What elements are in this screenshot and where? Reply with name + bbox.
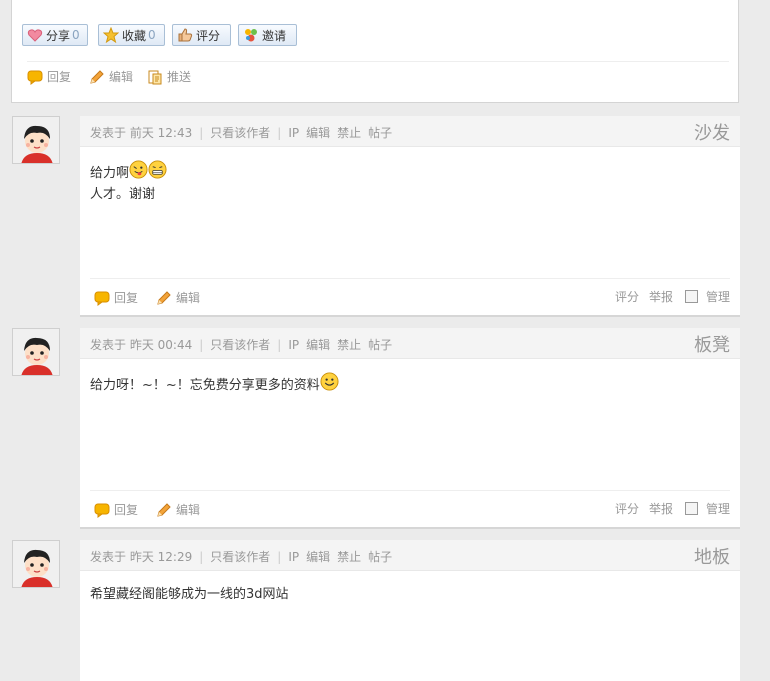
share-label: 分享 [46,28,71,43]
rate-link[interactable]: 评分 [615,288,639,305]
manage-checkbox[interactable] [684,502,698,515]
edit-meta-link[interactable]: 编辑 [306,338,330,352]
report-link[interactable]: 举报 [649,288,673,305]
rate-label: 评分 [196,28,221,43]
user-avatar-icon [13,541,60,588]
edit-link[interactable]: 编辑 [89,68,133,85]
edit-link[interactable]: 编辑 [156,501,200,518]
favorite-button[interactable]: 收藏 0 [98,24,165,46]
group-icon [245,29,257,42]
share-count: 0 [72,28,80,42]
invite-button[interactable]: 邀请 [238,24,297,46]
post-card: 发表于 前天 12:43 | 只看该作者 | IP 编辑 禁止 帖子 沙发 给力啊 人才。谢谢… [80,116,740,317]
reply-bubble-icon [94,502,110,518]
only-author-link[interactable]: 只看该作者 [210,126,270,140]
ip-link[interactable]: IP [288,338,299,352]
manage-label: 管理 [705,502,730,516]
smiley-emoji-icon [320,372,339,391]
rate-button[interactable]: 评分 [172,24,231,46]
avatar[interactable] [12,116,60,164]
ip-link[interactable]: IP [288,126,299,140]
post-time: 发表于 昨天 12:29 [90,550,193,564]
favorite-count: 0 [148,28,156,42]
reply-label: 回复 [114,291,139,305]
post-time: 发表于 前天 12:43 [90,126,193,140]
post-text-line: 人才。谢谢 [90,187,156,202]
reply-label: 回复 [47,70,72,84]
manage-label: 管理 [705,290,730,304]
report-link[interactable]: 举报 [649,500,673,517]
pencil-icon [156,502,172,518]
reply-bubble-icon [27,69,43,85]
post-meta-bar: 发表于 前天 12:43 | 只看该作者 | IP 编辑 禁止 帖子 沙发 [80,116,740,147]
avatar[interactable] [12,540,60,588]
user-avatar-icon [13,117,60,164]
avatar[interactable] [12,328,60,376]
post-card: 发表于 昨天 12:29 | 只看该作者 | IP 编辑 禁止 帖子 地板 希望藏经阁能够成为… [80,540,740,681]
post-text-line: 给力呀！~！~！忘免费分享更多的资料 [90,378,320,393]
push-document-icon [148,70,162,84]
edit-meta-link[interactable]: 编辑 [306,126,330,140]
top-action-bar: 回复 编辑 推送 [27,61,729,84]
grin-emoji-icon [148,160,167,179]
edit-meta-link[interactable]: 编辑 [306,550,330,564]
reply-link[interactable]: 回复 [94,289,138,306]
heart-icon [27,29,43,42]
edit-label: 编辑 [109,70,134,84]
thumbs-up-icon [178,28,193,42]
post-footer: 回复 编辑 评分 举报 管理 [90,490,730,527]
favorite-label: 收藏 [122,28,147,43]
share-button[interactable]: 分享 0 [22,24,88,46]
post-meta-bar: 发表于 昨天 12:29 | 只看该作者 | IP 编辑 禁止 帖子 地板 [80,540,740,571]
post-meta-bar: 发表于 昨天 00:44 | 只看该作者 | IP 编辑 禁止 帖子 板凳 [80,328,740,359]
edit-label: 编辑 [176,291,201,305]
ban-link[interactable]: 禁止 [337,338,361,352]
reply-link[interactable]: 回复 [94,501,138,518]
floor-label: 板凳 [694,335,730,356]
invite-label: 邀请 [262,28,287,43]
reply-link[interactable]: 回复 [27,68,71,85]
post-text-line: 希望藏经阁能够成为一线的3d网站 [90,587,289,602]
thread-link[interactable]: 帖子 [368,126,392,140]
star-icon [103,27,119,43]
floor-label: 地板 [694,547,730,568]
post-content: 给力啊 人才。谢谢 [90,160,167,205]
user-avatar-icon [13,329,60,376]
manage-checkbox[interactable] [684,290,698,303]
post-text-line: 给力啊 [90,166,130,181]
thread-link[interactable]: 帖子 [368,550,392,564]
ban-link[interactable]: 禁止 [337,550,361,564]
pencil-icon [89,69,105,85]
post-time: 发表于 昨天 00:44 [90,338,193,352]
thread-link[interactable]: 帖子 [368,338,392,352]
edit-link[interactable]: 编辑 [156,289,200,306]
ban-link[interactable]: 禁止 [337,126,361,140]
only-author-link[interactable]: 只看该作者 [210,550,270,564]
edit-label: 编辑 [176,503,201,517]
post-card: 发表于 昨天 00:44 | 只看该作者 | IP 编辑 禁止 帖子 板凳 给力呀！~！~！忘… [80,328,740,529]
post-action-panel: 分享 0 收藏 0 评分 邀请 回复 编辑 推送 [11,0,739,103]
rate-link[interactable]: 评分 [615,500,639,517]
reply-label: 回复 [114,503,139,517]
post-footer: 回复 编辑 评分 举报 管理 [90,278,730,315]
push-link[interactable]: 推送 [147,68,191,85]
tongue-emoji-icon [129,160,148,179]
ip-link[interactable]: IP [288,550,299,564]
floor-label: 沙发 [694,123,730,144]
post-content: 给力呀！~！~！忘免费分享更多的资料 [90,372,339,396]
post-content: 希望藏经阁能够成为一线的3d网站 [90,584,289,605]
only-author-link[interactable]: 只看该作者 [210,338,270,352]
push-label: 推送 [167,70,192,84]
reply-bubble-icon [94,290,110,306]
pencil-icon [156,290,172,306]
